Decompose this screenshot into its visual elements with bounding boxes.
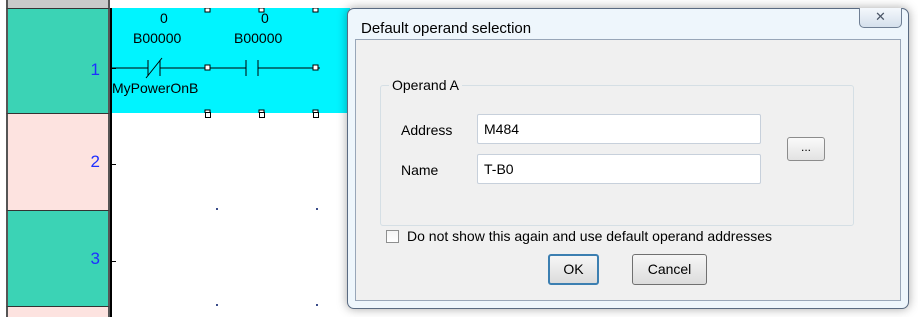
- rung-number: 2: [90, 152, 100, 171]
- grid-dot: [316, 208, 318, 210]
- contact-symbol-name: MyPowerOnB: [112, 80, 199, 96]
- ok-button[interactable]: OK: [548, 254, 599, 285]
- grid-dot: [316, 304, 318, 306]
- dont-show-again-checkbox[interactable]: [386, 230, 399, 243]
- cancel-button[interactable]: Cancel: [632, 254, 707, 285]
- address-label: Address: [401, 122, 453, 138]
- operand-a-groupbox: Operand A Address M484 Name T-B0 ...: [380, 77, 854, 226]
- grid-node: [205, 112, 211, 118]
- grid-node: [259, 112, 265, 118]
- grid-node: [313, 112, 319, 118]
- address-input[interactable]: M484: [477, 114, 761, 144]
- close-icon: ✕: [875, 9, 886, 24]
- rung-number-cell-3[interactable]: 3: [6, 210, 110, 307]
- grid-dot: [216, 208, 218, 210]
- default-operand-dialog: Default operand selection ✕ Operand A Ad…: [347, 8, 909, 309]
- rung-tick: [110, 164, 116, 165]
- groupbox-label: Operand A: [389, 77, 462, 93]
- rung-number: 1: [90, 60, 100, 79]
- dialog-title: Default operand selection: [361, 20, 532, 37]
- ladder-rung-1-diagram[interactable]: [110, 8, 350, 113]
- rung-number-cell-4: [6, 307, 110, 317]
- ladder-header-strip: [6, 0, 110, 8]
- browse-operand-button[interactable]: ...: [787, 137, 825, 161]
- grid-dot: [216, 304, 218, 306]
- close-button[interactable]: ✕: [859, 8, 902, 28]
- dialog-client-area: Operand A Address M484 Name T-B0 ... Do …: [355, 39, 901, 301]
- rung-number-cell-1[interactable]: 1: [6, 8, 110, 113]
- name-label: Name: [401, 162, 439, 178]
- dont-show-again-label[interactable]: Do not show this again and use default o…: [407, 228, 772, 244]
- name-input[interactable]: T-B0: [477, 154, 761, 184]
- rung-number: 3: [90, 249, 100, 268]
- rung-tick: [110, 261, 116, 262]
- rung-number-cell-2[interactable]: 2: [6, 113, 110, 210]
